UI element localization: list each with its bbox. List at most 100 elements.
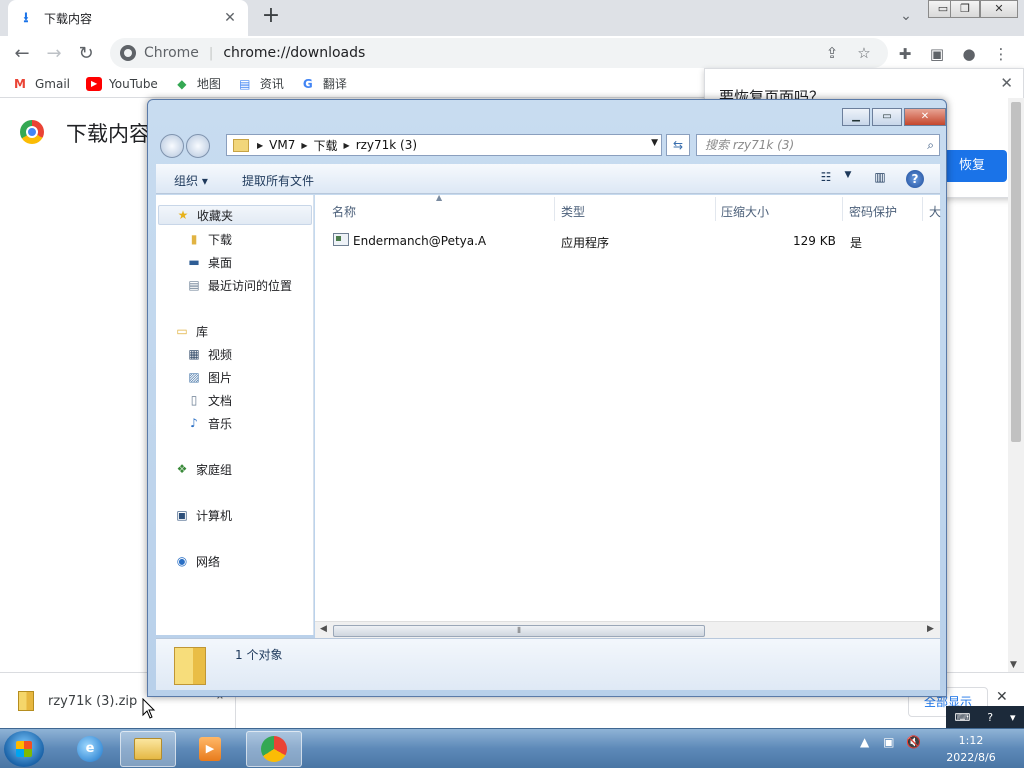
page-scrollbar[interactable]: ▼ bbox=[1008, 98, 1024, 672]
column-header-type[interactable]: 类型 bbox=[561, 203, 585, 220]
taskbar-media-player[interactable]: ▶ bbox=[182, 731, 238, 767]
nav-documents[interactable]: ▯ 文档 bbox=[186, 390, 232, 410]
explorer-back-button[interactable] bbox=[160, 134, 184, 158]
chevron-right-icon[interactable]: ▶ bbox=[257, 141, 263, 150]
keyboard-icon[interactable]: ⌨ bbox=[954, 711, 970, 724]
nav-desktop[interactable]: ▬ 桌面 bbox=[186, 252, 232, 272]
explorer-maximize-button[interactable]: ▭ bbox=[872, 108, 902, 126]
scrollbar-thumb[interactable]: ⦀ bbox=[333, 625, 705, 637]
nav-libraries[interactable]: ▭ 库 bbox=[174, 321, 208, 341]
refresh-icon[interactable]: ⇆ bbox=[666, 134, 690, 156]
view-options-icon[interactable]: ☷ bbox=[816, 170, 836, 188]
scroll-right-arrow-icon[interactable]: ▶ bbox=[927, 624, 934, 634]
share-icon[interactable]: ⇪ bbox=[822, 43, 842, 63]
taskbar-ie[interactable]: e bbox=[62, 731, 118, 767]
nav-pictures[interactable]: ▨ 图片 bbox=[186, 367, 232, 387]
forward-button[interactable]: → bbox=[40, 40, 68, 68]
back-button[interactable]: ← bbox=[8, 40, 36, 68]
menu-icon[interactable]: ⋮ bbox=[990, 43, 1012, 65]
profile-icon[interactable]: ● bbox=[958, 43, 980, 65]
column-header-name[interactable]: 名称 bbox=[332, 203, 356, 220]
volume-muted-icon[interactable]: 🔇 bbox=[906, 735, 921, 749]
nav-downloads[interactable]: ▮ 下载 bbox=[186, 229, 232, 249]
taskbar-explorer[interactable] bbox=[120, 731, 176, 767]
clock[interactable]: 1:12 2022/8/6 bbox=[940, 732, 1002, 766]
chevron-right-icon[interactable]: ▶ bbox=[344, 141, 350, 150]
nav-recent[interactable]: ▤ 最近访问的位置 bbox=[186, 275, 292, 295]
bookmark-gmail[interactable]: M Gmail bbox=[12, 77, 70, 91]
restore-button[interactable]: ❐ bbox=[950, 0, 980, 18]
breadcrumb-item[interactable]: VM7 bbox=[269, 138, 295, 152]
tab-search-chevron-icon[interactable]: ⌄ bbox=[896, 8, 916, 28]
computer-icon: ▣ bbox=[176, 508, 188, 522]
bookmark-news[interactable]: ▤ 资讯 bbox=[237, 75, 284, 92]
nav-network[interactable]: ◉ 网络 bbox=[174, 551, 220, 571]
organize-button[interactable]: 组织 ▾ bbox=[174, 172, 208, 189]
gmail-icon: M bbox=[14, 76, 26, 91]
table-row[interactable]: Endermanch@Petya.A 应用程序 129 KB 是 bbox=[333, 231, 933, 251]
horizontal-scrollbar[interactable]: ◀ ⦀ ▶ bbox=[315, 621, 940, 638]
explorer-minimize-button[interactable]: ▁ bbox=[842, 108, 870, 126]
help-icon[interactable]: ? bbox=[987, 711, 993, 724]
omnibox-url[interactable]: chrome://downloads bbox=[223, 45, 365, 61]
bookmark-maps[interactable]: ◆ 地图 bbox=[174, 75, 221, 92]
nav-label: 文档 bbox=[208, 393, 233, 408]
column-header-size[interactable]: 大 bbox=[929, 203, 941, 220]
navigation-pane: ★ 收藏夹 ▮ 下载 ▬ 桌面 ▤ 最近访问的位置 ▭ 库 ▦ 视频 ▨ 图片 … bbox=[156, 195, 314, 635]
zip-folder-icon bbox=[174, 647, 206, 685]
clock-date: 2022/8/6 bbox=[946, 751, 996, 764]
show-hidden-icons-icon[interactable]: ▲ bbox=[860, 735, 869, 749]
help-icon[interactable]: ? bbox=[906, 170, 924, 188]
side-panel-icon[interactable]: ▣ bbox=[926, 43, 948, 65]
close-window-button[interactable]: ✕ bbox=[980, 0, 1018, 18]
preview-pane-icon[interactable]: ▥ bbox=[870, 170, 890, 188]
nav-music[interactable]: ♪ 音乐 bbox=[186, 413, 232, 433]
explorer-window: ▁ ▭ ✕ ▶ VM7 ▶ 下载 ▶ rzy71k (3) ▼ ⇆ 搜索 rzy… bbox=[147, 99, 947, 697]
tab-downloads[interactable]: ⭳ 下载内容 ✕ bbox=[8, 0, 248, 36]
column-separator[interactable] bbox=[715, 197, 716, 221]
new-tab-button[interactable]: + bbox=[258, 4, 284, 30]
address-bar[interactable]: ▶ VM7 ▶ 下载 ▶ rzy71k (3) ▼ bbox=[226, 134, 662, 156]
search-input[interactable]: 搜索 rzy71k (3) ⌕ bbox=[696, 134, 940, 156]
translate-icon: G bbox=[302, 76, 313, 91]
column-separator[interactable] bbox=[554, 197, 555, 221]
omnibox[interactable]: Chrome | chrome://downloads ⇪ ☆ bbox=[110, 38, 888, 68]
chevron-down-icon[interactable]: ▾ bbox=[1010, 711, 1016, 724]
nav-computer[interactable]: ▣ 计算机 bbox=[174, 505, 232, 525]
tab-close-icon[interactable]: ✕ bbox=[222, 10, 238, 26]
column-separator[interactable] bbox=[842, 197, 843, 221]
column-header-compressed-size[interactable]: 压缩大小 bbox=[721, 203, 769, 220]
file-name[interactable]: Endermanch@Petya.A bbox=[353, 234, 486, 248]
scroll-down-arrow-icon[interactable]: ▼ bbox=[1010, 660, 1017, 670]
explorer-close-button[interactable]: ✕ bbox=[904, 108, 946, 126]
column-separator[interactable] bbox=[922, 197, 923, 221]
search-icon[interactable]: ⌕ bbox=[927, 135, 934, 155]
breadcrumb-item[interactable]: rzy71k (3) bbox=[356, 138, 417, 152]
close-icon[interactable]: ✕ bbox=[1000, 74, 1013, 92]
chevron-right-icon[interactable]: ▶ bbox=[301, 141, 307, 150]
chevron-down-icon[interactable]: ▼ bbox=[838, 170, 858, 188]
extract-all-button[interactable]: 提取所有文件 bbox=[242, 172, 314, 189]
nav-homegroup[interactable]: ❖ 家庭组 bbox=[174, 459, 232, 479]
input-tray: ⌨ ? ▾ bbox=[946, 706, 1024, 728]
bookmark-star-icon[interactable]: ☆ bbox=[854, 43, 874, 63]
breadcrumb-item[interactable]: 下载 bbox=[314, 137, 338, 154]
taskbar-chrome[interactable] bbox=[246, 731, 302, 767]
bookmark-translate[interactable]: G 翻译 bbox=[300, 75, 347, 92]
nav-videos[interactable]: ▦ 视频 bbox=[186, 344, 232, 364]
chevron-down-icon[interactable]: ▼ bbox=[651, 138, 658, 148]
column-header-password[interactable]: 密码保护 bbox=[849, 203, 897, 220]
restore-button[interactable]: 恢复 bbox=[937, 150, 1007, 182]
network-status-icon[interactable]: ▣ bbox=[883, 735, 894, 749]
nav-favorites[interactable]: ★ 收藏夹 bbox=[158, 205, 312, 225]
bookmark-youtube[interactable]: ▶ YouTube bbox=[86, 76, 158, 91]
internet-explorer-icon: e bbox=[77, 736, 103, 762]
scrollbar-thumb[interactable] bbox=[1011, 102, 1021, 442]
start-button[interactable] bbox=[4, 731, 44, 767]
star-icon: ★ bbox=[177, 208, 189, 222]
scroll-left-arrow-icon[interactable]: ◀ bbox=[320, 624, 327, 634]
shelf-close-icon[interactable]: ✕ bbox=[996, 689, 1008, 705]
explorer-forward-button[interactable] bbox=[186, 134, 210, 158]
reload-button[interactable]: ↻ bbox=[72, 40, 100, 68]
extensions-icon[interactable]: ✚ bbox=[894, 43, 916, 65]
